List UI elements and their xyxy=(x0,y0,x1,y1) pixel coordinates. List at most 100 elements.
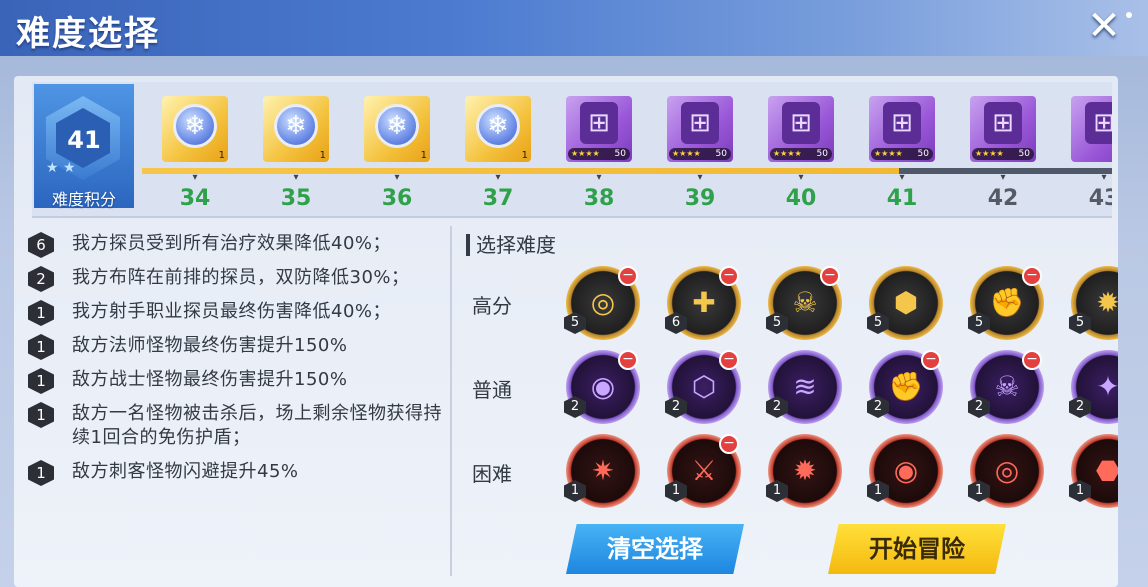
difficulty-option[interactable]: ✷ 1 xyxy=(564,434,640,508)
effect-text: 敌方刺客怪物闪避提升45% xyxy=(72,461,299,482)
deselect-minus-icon[interactable]: − xyxy=(618,266,638,286)
page-title: 难度选择 xyxy=(16,14,160,54)
reward-quantity: 1 xyxy=(319,150,326,161)
reward-quantity: 50 xyxy=(715,149,727,159)
deselect-minus-icon[interactable]: − xyxy=(820,266,840,286)
difficulty-option[interactable]: ◎ −5 xyxy=(564,266,640,340)
stack-count-badge: 2 xyxy=(28,266,54,292)
stars-icon: ★ ★ xyxy=(46,160,76,176)
reward-item[interactable]: ❄ 1 xyxy=(263,96,329,162)
stack-count-badge: 6 xyxy=(28,232,54,258)
close-icon[interactable]: ✕ xyxy=(1082,6,1132,46)
level-marker: 38 xyxy=(569,172,629,210)
level-marker: 36 xyxy=(367,172,427,210)
difficulty-option[interactable]: ✦ 2 xyxy=(1069,350,1118,424)
difficulty-option[interactable]: ≋ 2 xyxy=(766,350,842,424)
snowflake-coin-icon: ❄ xyxy=(274,104,318,148)
difficulty-option[interactable]: ◉ 1 xyxy=(867,434,943,508)
effect-item: 1 敌方法师怪物最终伤害提升150% xyxy=(24,334,444,360)
reward-list: ❄ 1 ❄ 1 ❄ 1 ❄ 1 ⊞ ★★★★ 50 ⊞ ★★★★ 50 ⊞ ★★★★ 50 ⊞ ★★★★ 50 ⊞ ★★★… xyxy=(160,90,1112,210)
puzzle-piece-icon: ⊞ xyxy=(1085,102,1112,144)
rarity-stars: ★★★★ 50 xyxy=(568,148,630,160)
level-marker: 43 xyxy=(1074,172,1112,210)
stack-count-badge: 1 xyxy=(28,300,54,326)
effect-text: 敌方战士怪物最终伤害提升150% xyxy=(72,369,348,390)
effect-item: 1 我方射手职业探员最终伤害降低40%； xyxy=(24,300,444,326)
difficulty-option[interactable]: ⬣ 1 xyxy=(1069,434,1118,508)
effect-item: 2 我方布阵在前排的探员，双防降低30%； xyxy=(24,266,444,292)
level-marker: 41 xyxy=(872,172,932,210)
reward-track: 41 ★ ★ 难度积分 ❄ 1 ❄ 1 ❄ 1 ❄ 1 ⊞ ★★★★ 50 ⊞ ★★★★ 50 ⊞ ★★★★ 5… xyxy=(32,82,1112,218)
difficulty-option[interactable]: ✊ −2 xyxy=(867,350,943,424)
difficulty-row-hi: ◎ −5 ✚ −6 ☠ −5 ⬢ 5 ✊ −5 ✹ 5 xyxy=(554,260,1118,344)
difficulty-row-hard: ✷ 1 ⚔ −1 ✹ 1 ◉ 1 ◎ 1 ⬣ 1 xyxy=(554,428,1118,512)
difficulty-option[interactable]: ✹ 1 xyxy=(766,434,842,508)
effect-text: 敌方一名怪物被击杀后，场上剩余怪物获得持续1回合的免伤护盾； xyxy=(72,403,442,448)
difficulty-option[interactable]: ⬢ 5 xyxy=(867,266,943,340)
reward-item[interactable]: ⊞ ★★★★ 50 xyxy=(566,96,632,162)
difficulty-score-value: 41 xyxy=(67,126,101,154)
level-marker: 39 xyxy=(670,172,730,210)
reward-item[interactable]: ⊞ ★★★★ 50 xyxy=(768,96,834,162)
main-panel: 41 ★ ★ 难度积分 ❄ 1 ❄ 1 ❄ 1 ❄ 1 ⊞ ★★★★ 50 ⊞ ★★★★ 50 ⊞ ★★★★ 5… xyxy=(14,76,1118,587)
puzzle-piece-icon: ⊞ xyxy=(580,102,618,144)
reward-item[interactable]: ❄ 1 xyxy=(162,96,228,162)
start-adventure-button[interactable]: 开始冒险 xyxy=(828,524,1006,574)
deselect-minus-icon[interactable]: − xyxy=(719,266,739,286)
difficulty-option[interactable]: ◎ 1 xyxy=(968,434,1044,508)
difficulty-option[interactable]: ☠ −5 xyxy=(766,266,842,340)
reward-item[interactable]: ⊞ xyxy=(1071,96,1112,162)
rarity-stars: ★★★★ 50 xyxy=(871,148,933,160)
reward-quantity: 50 xyxy=(614,149,626,159)
level-marker: 42 xyxy=(973,172,1033,210)
difficulty-option[interactable]: ◉ −2 xyxy=(564,350,640,424)
puzzle-piece-icon: ⊞ xyxy=(681,102,719,144)
reward-item[interactable]: ⊞ ★★★★ 50 xyxy=(970,96,1036,162)
header-bar: 难度选择 ✕ xyxy=(0,0,1148,56)
deselect-minus-icon[interactable]: − xyxy=(719,350,739,370)
effect-text: 我方射手职业探员最终伤害降低40%； xyxy=(72,301,392,322)
puzzle-piece-icon: ⊞ xyxy=(883,102,921,144)
difficulty-option[interactable]: ✚ −6 xyxy=(665,266,741,340)
snowflake-coin-icon: ❄ xyxy=(375,104,419,148)
effect-text: 敌方法师怪物最终伤害提升150% xyxy=(72,335,348,356)
difficulty-row-label: 普通 xyxy=(472,378,512,402)
reward-quantity: 50 xyxy=(816,149,828,159)
reward-item[interactable]: ⊞ ★★★★ 50 xyxy=(667,96,733,162)
deselect-minus-icon[interactable]: − xyxy=(719,434,739,454)
difficulty-option[interactable]: ✹ 5 xyxy=(1069,266,1118,340)
reward-quantity: 50 xyxy=(1018,149,1030,159)
rarity-stars: ★★★★ 50 xyxy=(770,148,832,160)
reward-quantity: 1 xyxy=(218,150,225,161)
difficulty-option[interactable]: ⬡ −2 xyxy=(665,350,741,424)
reward-item[interactable]: ❄ 1 xyxy=(364,96,430,162)
snowflake-coin-icon: ❄ xyxy=(173,104,217,148)
deselect-minus-icon[interactable]: − xyxy=(1022,266,1042,286)
deselect-minus-icon[interactable]: − xyxy=(1022,350,1042,370)
effect-text: 我方布阵在前排的探员，双防降低30%； xyxy=(72,267,410,288)
reward-quantity: 1 xyxy=(521,150,528,161)
divider xyxy=(450,226,452,576)
difficulty-option[interactable]: ☠ −2 xyxy=(968,350,1044,424)
stack-count-badge: 1 xyxy=(28,334,54,360)
level-marker: 34 xyxy=(165,172,225,210)
level-marker: 35 xyxy=(266,172,326,210)
difficulty-score-label: 难度积分 xyxy=(51,190,116,209)
reward-item[interactable]: ❄ 1 xyxy=(465,96,531,162)
effect-item: 6 我方探员受到所有治疗效果降低40%； xyxy=(24,232,444,258)
difficulty-option[interactable]: ✊ −5 xyxy=(968,266,1044,340)
difficulty-option[interactable]: ⚔ −1 xyxy=(665,434,741,508)
effect-item: 1 敌方战士怪物最终伤害提升150% xyxy=(24,368,444,394)
deselect-minus-icon[interactable]: − xyxy=(921,350,941,370)
stack-count-badge: 1 xyxy=(28,402,54,428)
reward-quantity: 50 xyxy=(917,149,929,159)
difficulty-score-badge: 41 ★ ★ 难度积分 xyxy=(34,84,134,209)
reward-item[interactable]: ⊞ ★★★★ 50 xyxy=(869,96,935,162)
clear-selection-button[interactable]: 清空选择 xyxy=(566,524,744,574)
stack-count-badge: 1 xyxy=(28,368,54,394)
effect-item: 1 敌方一名怪物被击杀后，场上剩余怪物获得持续1回合的免伤护盾； xyxy=(24,402,444,450)
puzzle-piece-icon: ⊞ xyxy=(984,102,1022,144)
level-marker: 40 xyxy=(771,172,831,210)
deselect-minus-icon[interactable]: − xyxy=(618,350,638,370)
level-marker: 37 xyxy=(468,172,528,210)
